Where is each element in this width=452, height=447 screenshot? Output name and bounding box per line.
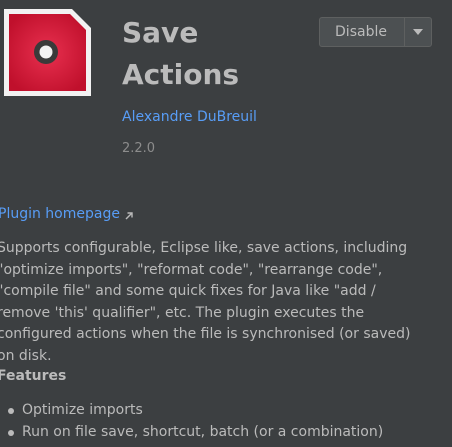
disable-button[interactable]: Disable (320, 18, 404, 46)
plugin-homepage-link[interactable]: Plugin homepage (0, 206, 134, 222)
chevron-down-icon[interactable] (405, 18, 431, 46)
vendor-link[interactable]: Alexandre DuBreuil (122, 109, 257, 125)
disable-split-button: Disable (319, 17, 432, 47)
list-item: Run on file save, shortcut, batch (or a … (0, 422, 383, 444)
bullet-icon (8, 429, 14, 436)
features-list: Optimize imports Run on file save, short… (0, 400, 383, 443)
list-item: Optimize imports (0, 400, 383, 422)
plugin-homepage-label: Plugin homepage (0, 206, 120, 222)
plugin-title: Save Actions (122, 16, 240, 91)
save-actions-logo-icon (2, 7, 93, 98)
external-link-icon (124, 209, 134, 220)
plugin-details-panel: Save Actions Disable Alexandre DuBreuil … (0, 0, 452, 447)
feature-text: Optimize imports (22, 402, 143, 418)
bullet-icon (8, 408, 14, 414)
plugin-description: Supports configurable, Eclipse like, sav… (0, 240, 411, 364)
feature-text: Run on file save, shortcut, batch (or a … (22, 423, 384, 440)
features-heading: Features (0, 368, 67, 384)
plugin-version: 2.2.0 (122, 141, 156, 156)
